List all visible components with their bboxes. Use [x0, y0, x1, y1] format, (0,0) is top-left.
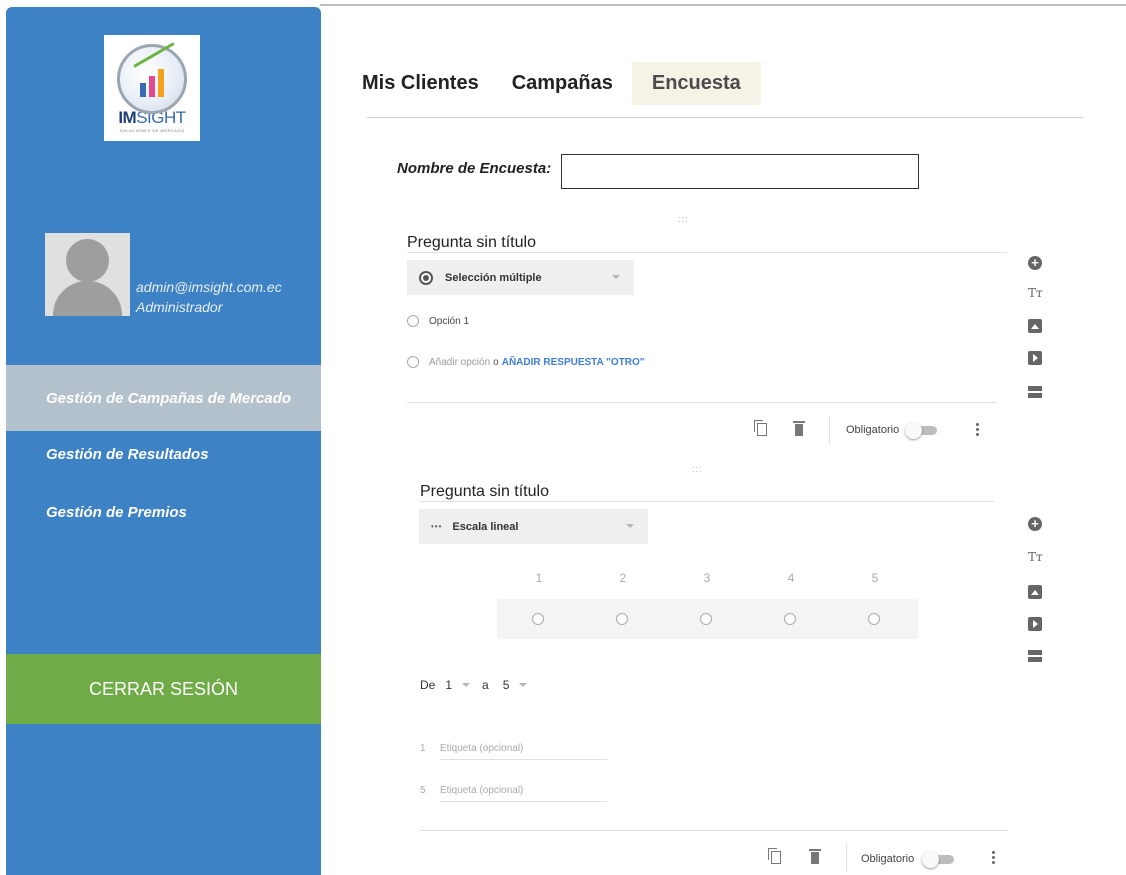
- label-index: 5: [420, 785, 426, 796]
- survey-name-label: Nombre de Encuesta:: [397, 160, 552, 177]
- label-underline: [440, 759, 607, 760]
- tab-campaigns[interactable]: Campañas: [512, 72, 613, 95]
- question-type-select[interactable]: ••• Escala lineal: [419, 509, 648, 544]
- add-option-row: Añadir opción o AÑADIR RESPUESTA "OTRO": [407, 356, 645, 368]
- tabs-divider: [367, 117, 1083, 118]
- add-video-icon[interactable]: [1028, 351, 1042, 365]
- user-role: Administrador: [136, 299, 223, 315]
- scale-label-field[interactable]: 1 Etiqueta (opcional): [420, 743, 523, 754]
- survey-name-input[interactable]: [561, 154, 919, 189]
- question-title-underline: [420, 501, 994, 502]
- drag-handle-icon[interactable]: :::: [678, 214, 689, 224]
- scale-number: 3: [703, 571, 711, 585]
- tab-my-clients[interactable]: Mis Clientes: [362, 72, 479, 95]
- required-toggle[interactable]: [905, 421, 939, 439]
- label-index: 1: [420, 743, 426, 754]
- scale-number: 2: [619, 571, 627, 585]
- logo-chart-icon: [117, 41, 187, 114]
- scale-radio-icon[interactable]: [784, 613, 796, 625]
- logout-button[interactable]: CERRAR SESIÓN: [6, 654, 321, 724]
- drag-handle-icon[interactable]: :::: [692, 464, 703, 474]
- question-type-label: Selección múltiple: [445, 271, 542, 284]
- label-underline: [440, 801, 607, 802]
- duplicate-icon[interactable]: [768, 848, 781, 864]
- question-toolbar: + Tт: [1028, 517, 1044, 667]
- chevron-down-icon: [462, 683, 471, 687]
- nav-item-results[interactable]: Gestión de Resultados: [6, 421, 321, 487]
- company-logo: IMSIGHT SOLUCIONES DE MERCADO: [104, 35, 200, 141]
- range-to-label: a: [482, 678, 489, 692]
- question-title-underline: [407, 252, 1007, 253]
- label-placeholder: Etiqueta (opcional): [440, 743, 524, 754]
- add-title-icon[interactable]: Tт: [1028, 286, 1044, 300]
- question-type-label: Escala lineal: [452, 520, 519, 533]
- question-title[interactable]: Pregunta sin título: [420, 483, 549, 501]
- scale-number: 1: [535, 571, 543, 585]
- scale-label-field[interactable]: 5 Etiqueta (opcional): [420, 785, 523, 796]
- sidebar: IMSIGHT SOLUCIONES DE MERCADO admin@imsi…: [6, 7, 321, 875]
- add-section-icon[interactable]: [1028, 386, 1042, 398]
- required-label: Obligatorio: [861, 853, 915, 865]
- user-email: admin@imsight.com.ec: [136, 279, 282, 295]
- footer-separator: [846, 844, 847, 872]
- scale-range: De 1 a 5: [420, 678, 539, 692]
- question-footer-divider: [420, 830, 1008, 831]
- radio-type-icon: [419, 270, 433, 285]
- scale-preview-row: [497, 599, 918, 639]
- nav-item-prizes[interactable]: Gestión de Premios: [6, 479, 321, 545]
- tab-survey[interactable]: Encuesta: [631, 61, 761, 105]
- or-text: o: [493, 356, 499, 368]
- range-from-select[interactable]: 1: [445, 678, 452, 692]
- more-options-icon[interactable]: [976, 423, 980, 437]
- footer-separator: [829, 416, 830, 444]
- radio-icon: [407, 356, 419, 368]
- question-footer-divider: [407, 402, 997, 403]
- add-section-icon[interactable]: [1028, 650, 1042, 662]
- scale-number: 4: [787, 571, 795, 585]
- scale-radio-icon[interactable]: [700, 613, 712, 625]
- label-placeholder: Etiqueta (opcional): [440, 785, 524, 796]
- required-toggle[interactable]: [922, 850, 956, 868]
- required-label: Obligatorio: [846, 424, 900, 436]
- linear-scale-icon: •••: [431, 522, 443, 531]
- scale-number: 5: [871, 571, 879, 585]
- question-title[interactable]: Pregunta sin título: [407, 234, 536, 252]
- more-options-icon[interactable]: [992, 851, 996, 865]
- scale-radio-icon[interactable]: [532, 613, 544, 625]
- duplicate-icon[interactable]: [754, 420, 767, 436]
- option-row[interactable]: Opción 1: [407, 315, 469, 327]
- chevron-down-icon: [519, 683, 528, 687]
- add-image-icon[interactable]: [1028, 585, 1042, 599]
- delete-icon[interactable]: [809, 849, 821, 864]
- range-to-select[interactable]: 5: [503, 678, 510, 692]
- main-tabs: Mis Clientes Campañas Encuesta: [362, 61, 794, 105]
- add-question-icon[interactable]: +: [1028, 517, 1042, 531]
- scale-radio-icon[interactable]: [616, 613, 628, 625]
- add-question-icon[interactable]: +: [1028, 256, 1042, 270]
- logo-tagline: SOLUCIONES DE MERCADO: [119, 127, 185, 133]
- question-type-select[interactable]: Selección múltiple: [407, 260, 634, 295]
- range-from-label: De: [420, 678, 436, 692]
- question-toolbar: + Tт: [1028, 256, 1044, 406]
- add-other-link[interactable]: AÑADIR RESPUESTA "OTRO": [502, 357, 645, 368]
- add-option-link[interactable]: Añadir opción: [429, 357, 490, 368]
- option-label[interactable]: Opción 1: [429, 316, 469, 327]
- delete-icon[interactable]: [793, 421, 805, 436]
- top-border: [320, 4, 1126, 6]
- add-video-icon[interactable]: [1028, 617, 1042, 631]
- chevron-down-icon: [612, 275, 620, 279]
- avatar: [45, 233, 130, 316]
- radio-icon: [407, 315, 419, 327]
- scale-radio-icon[interactable]: [868, 613, 880, 625]
- chevron-down-icon: [626, 524, 634, 528]
- app-root: IMSIGHT SOLUCIONES DE MERCADO admin@imsi…: [0, 0, 1126, 875]
- add-title-icon[interactable]: Tт: [1028, 550, 1044, 564]
- add-image-icon[interactable]: [1028, 319, 1042, 333]
